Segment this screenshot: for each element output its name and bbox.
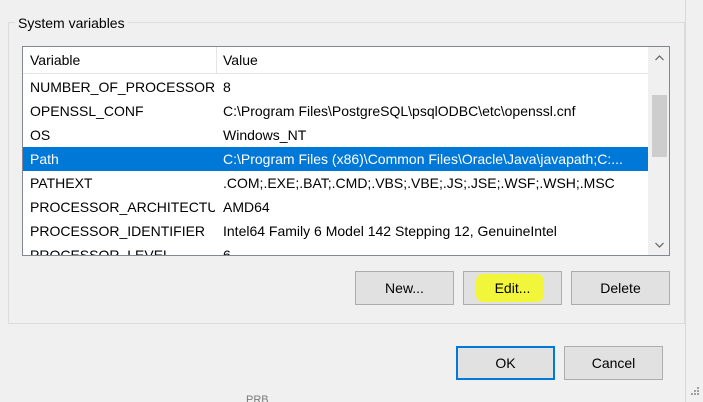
list-header: Variable Value [23,47,648,74]
chevron-down-icon[interactable] [649,236,669,253]
chevron-up-icon[interactable] [649,49,669,66]
variable-value: AMD64 [223,199,270,215]
list-item-selected[interactable]: Path C:\Program Files (x86)\Common Files… [23,147,648,171]
variable-name: OPENSSL_CONF [30,103,144,119]
variable-name: PROCESSOR_LEVEL [30,247,171,256]
window-edge [685,0,686,402]
column-header-value[interactable]: Value [217,47,648,74]
variable-name: PROCESSOR_ARCHITECTU... [30,199,215,215]
cancel-button[interactable]: Cancel [564,346,663,380]
system-variables-list[interactable]: Variable Value NUMBER_OF_PROCESSORS 8 OP… [22,46,670,256]
variable-value: C:\Program Files (x86)\Common Files\Orac… [223,151,623,167]
variable-name: PATHEXT [30,175,93,191]
resize-grip-icon[interactable] [688,386,700,398]
list-item[interactable]: PROCESSOR_IDENTIFIER Intel64 Family 6 Mo… [23,219,648,243]
scrollbar-thumb[interactable] [652,95,667,157]
column-header-variable[interactable]: Variable [23,47,217,74]
vertical-scrollbar[interactable] [648,47,669,255]
cancel-button-label: Cancel [591,355,636,371]
list-item[interactable]: PATHEXT .COM;.EXE;.BAT;.CMD;.VBS;.VBE;.J… [23,171,648,195]
variable-value: 8 [223,79,231,95]
list-item[interactable]: OS Windows_NT [23,123,648,147]
variable-name: OS [30,127,51,143]
group-title: System variables [15,14,128,32]
list-item[interactable]: PROCESSOR_ARCHITECTU... AMD64 [23,195,648,219]
variable-value: Windows_NT [223,127,307,143]
variable-value: .COM;.EXE;.BAT;.CMD;.VBS;.VBE;.JS;.JSE;.… [223,175,615,191]
edit-button[interactable]: Edit... [463,271,562,305]
list-item[interactable]: PROCESSOR_LEVEL 6 [23,243,648,256]
ok-button-label: OK [495,355,516,371]
list-item[interactable]: NUMBER_OF_PROCESSORS 8 [23,75,648,99]
new-button-label: New... [385,280,424,296]
edit-button-label: Edit... [494,280,531,296]
list-item[interactable]: OPENSSL_CONF C:\Program Files\PostgreSQL… [23,99,648,123]
delete-button-label: Delete [600,280,641,296]
variable-value: 6 [223,247,231,256]
new-button[interactable]: New... [355,271,454,305]
clipped-background-text: PRB [246,394,269,402]
variable-name: NUMBER_OF_PROCESSORS [30,79,215,95]
list-rows: NUMBER_OF_PROCESSORS 8 OPENSSL_CONF C:\P… [23,75,648,256]
variable-name: PROCESSOR_IDENTIFIER [30,223,206,239]
ok-button[interactable]: OK [456,346,555,380]
variable-value: Intel64 Family 6 Model 142 Stepping 12, … [223,223,557,239]
variable-value: C:\Program Files\PostgreSQL\psqlODBC\etc… [223,103,576,119]
variable-name: Path [30,151,59,167]
delete-button[interactable]: Delete [571,271,670,305]
